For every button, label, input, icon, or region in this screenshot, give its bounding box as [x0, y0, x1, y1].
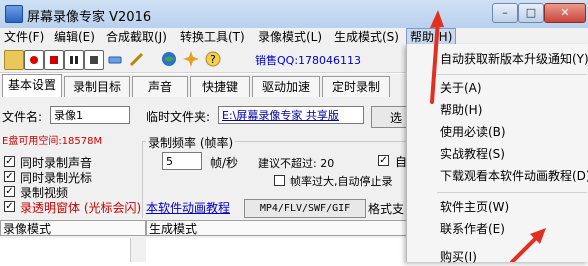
svg-text:?: ? — [210, 53, 216, 66]
transparent-window-label: 录透明窗体 (光标会闪) — [20, 201, 142, 215]
menu-item-buy[interactable]: 购买(I) — [440, 248, 477, 266]
frame-rate-group-title: 录制频率 (帧率) — [146, 134, 236, 151]
frame-rate-input[interactable]: 5 — [162, 152, 202, 170]
record-cursor-checkbox[interactable]: ✓ — [4, 171, 15, 182]
tab-basic-settings[interactable]: 基本设置 — [2, 74, 62, 97]
menu-convert-tools[interactable]: 转换工具(T) — [180, 28, 245, 46]
mode-panel-right — [146, 238, 410, 262]
format-support-box: MP4/FLV/SWF/GIF — [244, 199, 366, 218]
record-video-checkbox[interactable]: ✓ — [4, 186, 15, 197]
annotation-arrow-top — [430, 10, 444, 104]
menu-record-mode[interactable]: 录像模式(L) — [258, 28, 322, 46]
mode-tabs: 录像模式 生成模式 — [0, 218, 410, 262]
stop-icon[interactable] — [44, 50, 64, 70]
frame-rate-unit: 帧/秒 — [210, 156, 239, 170]
sparkle-icon[interactable] — [182, 50, 200, 68]
menu-edit[interactable]: 编辑(E) — [54, 28, 95, 46]
app-icon — [5, 5, 23, 23]
annotation-arrow-bottom — [510, 228, 546, 262]
settings-tabs: 基本设置 录制目标 声音 快捷键 驱动加速 定时录制 — [0, 74, 410, 98]
toolbar: ? 销售QQ:178046113 — [0, 46, 410, 73]
close-button[interactable]: ✕ — [544, 3, 586, 23]
menu-compose[interactable]: 合成截取(J) — [106, 28, 167, 46]
filename-input[interactable]: 录像1 — [50, 106, 130, 124]
tab-scheduled-record[interactable]: 定时录制 — [322, 76, 390, 97]
square-icon[interactable] — [84, 50, 104, 70]
menu-item-must-read[interactable]: 使用必读(B) — [440, 123, 506, 141]
tab-sound[interactable]: 声音 — [132, 76, 188, 97]
globe-icon[interactable] — [160, 50, 178, 68]
menu-item-homepage[interactable]: 软件主页(W) — [440, 198, 509, 216]
tab-record-mode[interactable]: 录像模式 — [0, 220, 146, 236]
menu-item-auto-update[interactable]: 自动获取新版本升级通知(Y) — [440, 50, 588, 68]
pause-icon[interactable] — [64, 50, 84, 70]
eraser-icon[interactable] — [106, 50, 124, 68]
basic-settings-panel: 文件名: 录像1 临时文件夹: E:\屏幕录像专家 共享版 选 E盘可用空间:1… — [0, 98, 411, 219]
record-icon[interactable] — [24, 50, 44, 70]
tab-driver-accel[interactable]: 驱动加速 — [252, 76, 320, 97]
transparent-window-checkbox[interactable]: ✓ — [4, 201, 15, 212]
menu-separator — [437, 74, 587, 75]
window-title: 屏幕录像专家 V2016 — [27, 10, 152, 25]
suggest-limit-label: 建议不超过: 20 — [258, 157, 335, 170]
disk-space-label: E盘可用空间:18578M — [2, 136, 103, 147]
temp-folder-label: 临时文件夹: — [146, 110, 211, 124]
tutorial-link[interactable]: 本软件动画教程 — [146, 199, 230, 216]
tab-hotkeys[interactable]: 快捷键 — [190, 76, 250, 97]
format-support-label: 格式支 — [368, 202, 405, 216]
menu-item-tutorial[interactable]: 实战教程(S) — [440, 145, 505, 163]
mode-panel-left — [0, 238, 131, 262]
menu-item-download-tutorial[interactable]: 下载观看本软件动画教程(D) — [440, 167, 588, 185]
pen-icon[interactable] — [128, 50, 146, 68]
filename-label: 文件名: — [2, 110, 43, 124]
question-icon[interactable]: ? — [204, 50, 222, 68]
menu-item-contact-author[interactable]: 联系作者(E) — [440, 220, 505, 238]
menu-generate-mode[interactable]: 生成模式(S) — [334, 28, 399, 46]
menu-file[interactable]: 文件(F) — [4, 28, 44, 46]
tab-record-target[interactable]: 录制目标 — [64, 76, 130, 97]
browse-button[interactable]: 选 — [371, 106, 411, 128]
temp-folder-input[interactable]: E:\屏幕录像专家 共享版 — [218, 106, 364, 124]
autostop-checkbox[interactable]: ✓ — [378, 155, 389, 166]
autostop-frame-label: 帧率过大,自动停止录 — [290, 175, 393, 188]
title-bar: 屏幕录像专家 V2016 – □ ✕ — [0, 0, 588, 29]
sales-qq-label: 销售QQ:178046113 — [255, 54, 362, 67]
menu-separator — [437, 192, 587, 193]
tab-generate-mode[interactable]: 生成模式 — [146, 220, 410, 236]
minimize-button[interactable]: – — [492, 3, 518, 23]
autostop-frame-checkbox[interactable] — [274, 175, 285, 186]
folder-icon[interactable] — [4, 50, 24, 70]
maximize-button[interactable]: □ — [518, 3, 544, 23]
record-sound-checkbox[interactable]: ✓ — [4, 156, 15, 167]
